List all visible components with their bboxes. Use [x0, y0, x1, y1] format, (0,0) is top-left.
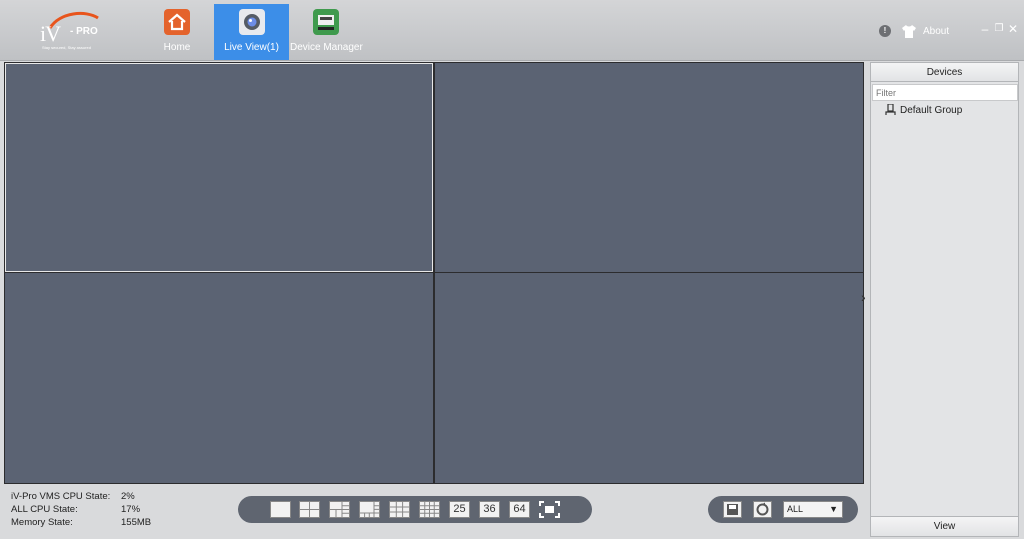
system-status: iV-Pro VMS CPU State: 2% ALL CPU State: 17…	[11, 491, 151, 530]
tree-item-default-group[interactable]: Default Group	[885, 104, 962, 116]
tab-home-label: Home	[163, 42, 191, 53]
status-value: 2%	[121, 491, 135, 502]
tab-home[interactable]: Home	[150, 4, 204, 60]
logo-tagline: Stay secured, Stay assured	[42, 45, 91, 50]
status-label: ALL CPU State:	[11, 504, 78, 515]
skin-shirt-icon[interactable]	[902, 25, 916, 38]
control-toolbar: ALL ▼	[708, 496, 858, 523]
logo-text: iV	[40, 21, 61, 46]
save-icon	[727, 504, 738, 515]
devices-panel: Devices Default Group View	[870, 62, 1019, 537]
grid-9-icon	[390, 502, 409, 517]
video-cell-1[interactable]	[5, 63, 433, 272]
home-icon	[164, 9, 190, 35]
camera-icon	[238, 9, 265, 35]
video-cell-3[interactable]	[5, 273, 433, 483]
grid-16-icon	[420, 502, 439, 517]
layout-toolbar: 25 36 64	[238, 496, 592, 523]
live-view-grid	[4, 62, 864, 484]
close-button[interactable]: ✕	[1007, 22, 1019, 36]
filter-input[interactable]	[872, 84, 1018, 101]
group-icon	[885, 104, 896, 115]
tab-device-manager-label: Device Manager	[290, 42, 363, 53]
fullscreen-icon	[539, 501, 560, 518]
logo-pro-text: - PRO	[70, 26, 98, 37]
stream-select-value: ALL	[787, 504, 804, 514]
layout-36-button[interactable]: 36	[479, 501, 500, 518]
video-cell-2[interactable]	[435, 63, 863, 272]
layout-8-button[interactable]	[359, 501, 380, 518]
save-button[interactable]	[723, 501, 742, 518]
view-footer-button[interactable]: View	[871, 516, 1018, 536]
chevron-down-icon: ▼	[829, 504, 838, 514]
device-manager-icon	[313, 9, 339, 35]
rotate-button[interactable]	[753, 501, 772, 518]
status-label: iV-Pro VMS CPU State:	[11, 491, 111, 502]
info-icon[interactable]: !	[879, 25, 891, 37]
collapse-panel-icon[interactable]: ›	[861, 289, 866, 305]
status-value: 155MB	[121, 517, 152, 528]
layout-6-button[interactable]	[329, 501, 350, 518]
layout-25-button[interactable]: 25	[449, 501, 470, 518]
status-value: 17%	[121, 504, 141, 515]
layout-4-button[interactable]	[299, 501, 320, 518]
tree-item-label: Default Group	[900, 105, 963, 116]
tab-device-manager[interactable]: Device Manager	[290, 4, 363, 60]
title-bar: iV - PRO Stay secured, Stay assured Home…	[0, 0, 1024, 61]
about-link[interactable]: About	[923, 26, 949, 37]
refresh-icon	[756, 502, 769, 516]
restore-button[interactable]: ❐	[993, 22, 1005, 36]
grid-4-icon	[300, 502, 319, 517]
minimize-button[interactable]: –	[979, 22, 991, 36]
layout-1-button[interactable]	[270, 501, 291, 518]
layout-9-button[interactable]	[389, 501, 410, 518]
layout-64-button[interactable]: 64	[509, 501, 530, 518]
layout-16-button[interactable]	[419, 501, 440, 518]
stream-select[interactable]: ALL ▼	[783, 501, 843, 518]
tab-live-view-label: Live View(1)	[224, 42, 279, 53]
grid-8-icon	[360, 502, 379, 517]
app-logo: iV - PRO Stay secured, Stay assured	[36, 9, 106, 53]
fullscreen-button[interactable]	[539, 501, 560, 518]
video-cell-4[interactable]	[435, 273, 863, 483]
tab-live-view[interactable]: Live View(1)	[214, 4, 289, 60]
grid-6-icon	[330, 502, 349, 517]
devices-header: Devices	[871, 63, 1018, 82]
status-label: Memory State:	[11, 517, 73, 528]
